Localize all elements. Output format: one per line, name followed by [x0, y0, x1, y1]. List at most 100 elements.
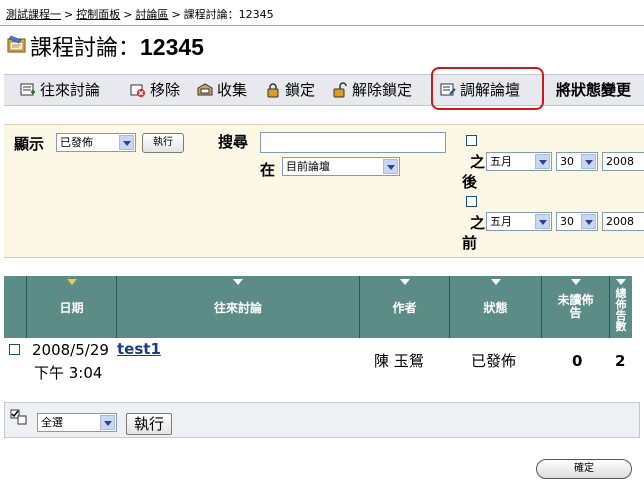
breadcrumb-separator: >	[64, 8, 74, 21]
breadcrumb-current: 課程討論：12345	[183, 8, 274, 21]
column-total[interactable]: 總佈告數	[609, 276, 632, 338]
column-unread-label: 未讀佈告	[557, 293, 594, 320]
lock-icon	[267, 82, 279, 97]
chevron-down-icon	[535, 214, 550, 229]
before-date-checkbox[interactable]	[466, 196, 477, 207]
sort-arrow-icon	[233, 279, 243, 285]
column-status-label: 狀態	[483, 300, 508, 315]
breadcrumb-control-panel[interactable]: 控制面板	[76, 8, 120, 21]
row-total-count: 2	[615, 352, 626, 370]
search-scope-value: 目前論壇	[286, 160, 330, 173]
before-year-select[interactable]: 2008	[602, 212, 644, 231]
chevron-down-icon	[581, 154, 596, 169]
search-in-label: 在	[260, 161, 276, 179]
after-label-top: 之	[470, 153, 486, 171]
column-unread[interactable]: 未讀佈告	[541, 276, 609, 338]
breadcrumb-divider	[0, 25, 644, 26]
change-status-label: 將狀態變更	[556, 81, 632, 99]
column-thread-label: 往來討論	[213, 300, 262, 315]
chevron-down-icon	[535, 154, 550, 169]
search-scope-select[interactable]: 目前論壇	[282, 157, 400, 176]
collect-icon	[197, 82, 213, 95]
column-date-label: 日期	[59, 300, 84, 315]
before-label-top: 之	[470, 214, 486, 232]
page-title-forum-name: 12345	[140, 34, 204, 60]
row-unread-count: 0	[572, 352, 583, 370]
breadcrumb-discussion-board[interactable]: 討論區	[135, 8, 168, 21]
bulk-select-value: 全選	[41, 416, 63, 429]
new-thread-button[interactable]: 往來討論	[20, 79, 100, 100]
bulk-action-bar: 全選 執行	[4, 402, 640, 438]
search-label: 搜尋	[218, 133, 249, 151]
breadcrumb-course[interactable]: 測試課程一	[6, 8, 61, 21]
sort-arrow-icon	[399, 279, 410, 285]
table-header: 日期 往來討論 作者 狀態 未讀佈告 總佈告數	[4, 276, 632, 338]
row-author: 陳 玉鴛	[374, 352, 424, 370]
column-status[interactable]: 狀態	[449, 276, 541, 338]
page-title-prefix: 課程討論：	[30, 36, 141, 61]
row-date: 2008/5/29	[32, 341, 109, 359]
row-status: 已發佈	[471, 352, 517, 370]
unlock-label: 解除鎖定	[352, 81, 413, 99]
sort-arrow-icon	[616, 279, 626, 285]
change-status-menu[interactable]: 將狀態變更	[556, 79, 631, 100]
display-label: 顯示	[14, 135, 45, 153]
after-day-value: 30	[560, 155, 574, 168]
remove-label: 移除	[150, 81, 181, 99]
sort-arrow-icon	[570, 279, 581, 285]
highlight-box	[431, 67, 544, 110]
column-date[interactable]: 日期	[26, 276, 116, 338]
ok-button[interactable]: 確定	[536, 459, 632, 479]
new-thread-label: 往來討論	[40, 81, 101, 99]
display-select[interactable]: 已發佈	[56, 133, 136, 152]
search-input[interactable]	[260, 132, 446, 153]
column-author[interactable]: 作者	[359, 276, 449, 338]
chevron-down-icon	[100, 415, 115, 430]
before-label-bottom: 前	[462, 234, 478, 252]
chevron-down-icon	[119, 135, 134, 150]
before-year-value: 2008	[606, 215, 634, 228]
before-day-value: 30	[560, 215, 574, 228]
select-all-checkbox-icon[interactable]	[10, 409, 28, 425]
bulk-select[interactable]: 全選	[37, 413, 117, 432]
remove-button[interactable]: 移除	[130, 79, 180, 100]
sort-arrow-icon	[66, 279, 77, 285]
row-checkbox[interactable]	[9, 344, 20, 355]
before-month-select[interactable]: 五月	[486, 212, 552, 231]
unlock-icon	[333, 81, 347, 97]
page-title: 課程討論：12345	[30, 30, 204, 62]
row-time: 下午 3:04	[34, 364, 103, 382]
filter-panel: 顯示 已發佈 執行 搜尋 在 目前論壇 之 後 五月 30 2008 之 前 五…	[4, 124, 644, 258]
after-year-value: 2008	[606, 155, 634, 168]
column-thread[interactable]: 往來討論	[116, 276, 359, 338]
after-day-select[interactable]: 30	[556, 152, 598, 171]
display-run-button[interactable]: 執行	[142, 133, 184, 153]
new-thread-icon	[20, 83, 35, 95]
unlock-button[interactable]: 解除鎖定	[332, 79, 412, 100]
breadcrumb-separator: >	[171, 8, 181, 21]
remove-icon	[130, 84, 145, 97]
column-total-label: 總佈告數	[615, 287, 627, 333]
chevron-down-icon	[581, 214, 596, 229]
column-select	[4, 276, 26, 338]
collect-label: 收集	[217, 81, 248, 99]
sort-arrow-icon	[490, 279, 501, 285]
column-author-label: 作者	[392, 300, 417, 315]
after-month-select[interactable]: 五月	[486, 152, 552, 171]
after-date-checkbox[interactable]	[466, 135, 477, 146]
forum-icon	[7, 35, 26, 53]
before-day-select[interactable]: 30	[556, 212, 598, 231]
breadcrumb-separator: >	[123, 8, 133, 21]
toolbar: 往來討論 移除 收集 鎖定 解除鎖定 調解論壇 將狀態變更	[4, 74, 644, 106]
display-select-value: 已發佈	[60, 136, 93, 149]
row-thread-link[interactable]: test1	[117, 340, 161, 358]
lock-label: 鎖定	[285, 81, 316, 99]
collect-button[interactable]: 收集	[197, 79, 247, 100]
bulk-run-button[interactable]: 執行	[126, 413, 172, 435]
before-month-value: 五月	[490, 215, 512, 228]
breadcrumb: 測試課程一 > 控制面板 > 討論區 > 課程討論：12345	[6, 6, 274, 22]
after-year-select[interactable]: 2008	[602, 152, 644, 171]
after-label-bottom: 後	[462, 173, 478, 191]
lock-button[interactable]: 鎖定	[265, 79, 315, 100]
chevron-down-icon	[383, 159, 398, 174]
